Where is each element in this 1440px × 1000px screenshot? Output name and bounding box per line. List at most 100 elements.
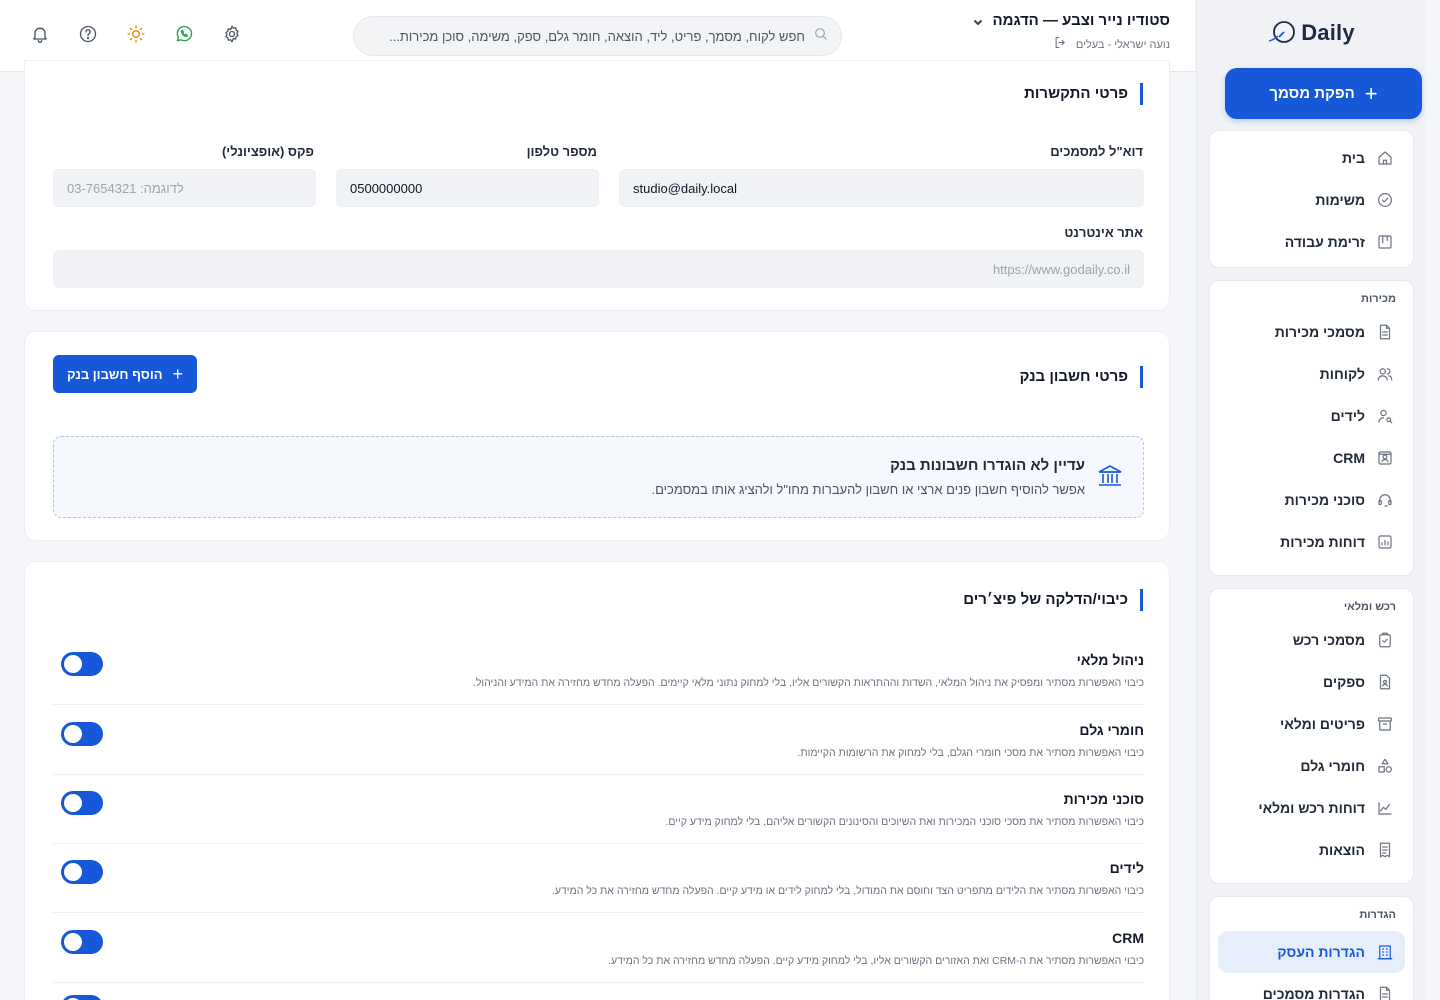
toggle-knob (64, 933, 82, 951)
sidebar-item-crm[interactable]: CRM (1218, 437, 1405, 479)
sidebar-item-suppliers[interactable]: ספקים (1218, 661, 1405, 703)
create-document-button[interactable]: + הפקת מסמך (1225, 68, 1422, 119)
feature-row-raw-materials: חומרי גלם כיבוי האפשרות מסתיר את מסכי חו… (53, 705, 1144, 775)
bank-building-icon (1095, 461, 1125, 491)
feature-description: כיבוי האפשרות מסתיר את מסכי סוכני המכירו… (665, 816, 1144, 828)
sidebar-item-raw-materials[interactable]: חומרי גלם (1218, 745, 1405, 787)
sidebar-item-purchase-documents[interactable]: מסמכי רכש (1218, 619, 1405, 661)
check-circle-icon (1375, 190, 1395, 210)
sales-section-title: מכירות (1361, 293, 1396, 305)
sidebar-item-label: הגדרות מסמכים (1262, 986, 1365, 1000)
global-search-bar[interactable] (353, 16, 842, 56)
next-feature-toggle[interactable] (61, 995, 103, 1000)
document-icon (1375, 322, 1395, 342)
logout-icon[interactable] (1053, 35, 1068, 55)
fax-field[interactable] (53, 169, 316, 207)
chevron-down-icon[interactable] (972, 15, 984, 27)
sidebar-item-label: דוחות מכירות (1280, 534, 1365, 550)
contact-section-title: פרטי התקשרות (1024, 83, 1143, 105)
sidebar-item-expenses[interactable]: הוצאות (1218, 829, 1405, 871)
header-icon-group (28, 22, 244, 46)
settings-section-title: הגדרות (1359, 909, 1396, 921)
bank-empty-state: עדיין לא הוגדרו חשבונות בנק אפשר להוסיף … (53, 436, 1144, 518)
sidebar-item-label: זרימת עבודה (1284, 234, 1365, 250)
help-icon[interactable] (76, 22, 100, 46)
raw-materials-toggle[interactable] (61, 722, 103, 746)
user-name: נועה ישראלי - בעלים (1075, 39, 1170, 51)
feature-row-inventory: ניהול מלאי כיבוי האפשרות מסתיר ומפסיק את… (53, 635, 1144, 705)
business-switcher[interactable]: סטודיו נייר וצבע — הדגמה נועה ישראלי - ב… (972, 12, 1170, 55)
crm-toggle[interactable] (61, 930, 103, 954)
sidebar-item-sales-reports[interactable]: דוחות מכירות (1218, 521, 1405, 563)
bank-details-card: פרטי חשבון בנק + הוסף חשבון בנק עדיין לא… (24, 331, 1170, 541)
business-name[interactable]: סטודיו נייר וצבע — הדגמה (992, 12, 1170, 29)
feature-name: CRM (1112, 930, 1144, 946)
search-input[interactable] (354, 28, 813, 44)
document-settings-icon (1375, 984, 1395, 1000)
sidebar-item-inventory[interactable]: פריטים ומלאי (1218, 703, 1405, 745)
sidebar-item-document-settings[interactable]: הגדרות מסמכים (1218, 973, 1405, 1000)
sidebar-item-sales-agents[interactable]: סוכני מכירות (1218, 479, 1405, 521)
sidebar-item-business-settings[interactable]: הגדרות העסק (1218, 931, 1405, 973)
kanban-icon (1375, 232, 1395, 252)
main-nav-group: בית משימות זרימת עבודה (1209, 130, 1414, 268)
sidebar-item-label: לקוחות (1319, 366, 1365, 382)
fax-input[interactable] (67, 180, 302, 196)
notifications-bell-icon[interactable] (28, 22, 52, 46)
plus-icon: + (172, 363, 184, 384)
app-logo[interactable]: Daily (1197, 0, 1425, 66)
sidebar-item-purchase-reports[interactable]: דוחות רכש ומלאי (1218, 787, 1405, 829)
search-icon (813, 26, 829, 47)
sidebar-item-label: סוכני מכירות (1284, 492, 1365, 508)
feature-row-crm: CRM כיבוי האפשרות מסתיר את ה-CRM ואת האז… (53, 913, 1144, 983)
add-bank-account-button[interactable]: + הוסף חשבון בנק (53, 355, 197, 393)
phone-input[interactable] (350, 180, 585, 196)
sidebar-item-customers[interactable]: לקוחות (1218, 353, 1405, 395)
toggle-knob (64, 655, 82, 673)
sidebar-item-label: הוצאות (1318, 842, 1365, 858)
email-input[interactable] (633, 180, 1130, 196)
sidebar-item-workflow[interactable]: זרימת עבודה (1218, 221, 1405, 263)
sidebar-item-label: הגדרות העסק (1277, 944, 1365, 960)
theme-sun-icon[interactable] (124, 22, 148, 46)
logo-text: Daily (1301, 20, 1355, 45)
feature-description: כיבוי האפשרות מסתיר את מסכי חומרי הגלם, … (797, 747, 1144, 759)
sidebar: Daily + הפקת מסמך בית משימות זרימת עבודה… (1196, 0, 1425, 1000)
feature-row-sales-agents: סוכני מכירות כיבוי האפשרות מסתיר את מסכי… (53, 774, 1144, 844)
headset-icon (1375, 490, 1395, 510)
feature-name: חומרי גלם (1079, 722, 1144, 738)
feature-description: כיבוי האפשרות מסתיר את ה-CRM ואת האזורים… (608, 955, 1144, 967)
website-field[interactable] (53, 250, 1144, 288)
sidebar-item-label: ספקים (1323, 674, 1365, 690)
feature-name: סוכני מכירות (1063, 791, 1144, 807)
email-field[interactable] (619, 169, 1144, 207)
inventory-toggle[interactable] (61, 652, 103, 676)
building-icon (1375, 942, 1395, 962)
sidebar-item-sales-documents[interactable]: מסמכי מכירות (1218, 311, 1405, 353)
shapes-icon (1375, 756, 1395, 776)
user-search-icon (1375, 406, 1395, 426)
sidebar-item-label: חומרי גלם (1300, 758, 1365, 774)
leads-toggle[interactable] (61, 860, 103, 884)
sidebar-item-leads[interactable]: לידים (1218, 395, 1405, 437)
supplier-file-icon (1375, 672, 1395, 692)
feature-description: כיבוי האפשרות מסתיר ומפסיק את ניהול המלא… (472, 677, 1144, 689)
website-label: אתר אינטרנט (1064, 225, 1143, 240)
website-input[interactable] (67, 261, 1130, 277)
sidebar-item-tasks[interactable]: משימות (1218, 179, 1405, 221)
feature-toggles-card: כיבוי/הדלקה של פיצ׳רים ניהול מלאי כיבוי … (24, 561, 1170, 1000)
purchase-nav-group: רכש ומלאי מסמכי רכש ספקים פריטים ומלאי ח… (1209, 588, 1414, 884)
sales-agents-toggle[interactable] (61, 791, 103, 815)
contact-card-icon (1375, 448, 1395, 468)
settings-gear-icon[interactable] (220, 22, 244, 46)
contact-details-card: פרטי התקשרות דוא"ל למסמכים מספר טלפון פק… (24, 60, 1170, 311)
sidebar-item-label: דוחות רכש ומלאי (1258, 800, 1365, 816)
sidebar-item-home[interactable]: בית (1218, 137, 1405, 179)
receipt-icon (1375, 840, 1395, 860)
whatsapp-icon[interactable] (172, 22, 196, 46)
line-chart-icon (1375, 798, 1395, 818)
phone-field[interactable] (336, 169, 599, 207)
sales-nav-group: מכירות מסמכי מכירות לקוחות לידים CRM סוכ… (1209, 280, 1414, 576)
toggle-knob (64, 794, 82, 812)
toggle-knob (64, 725, 82, 743)
